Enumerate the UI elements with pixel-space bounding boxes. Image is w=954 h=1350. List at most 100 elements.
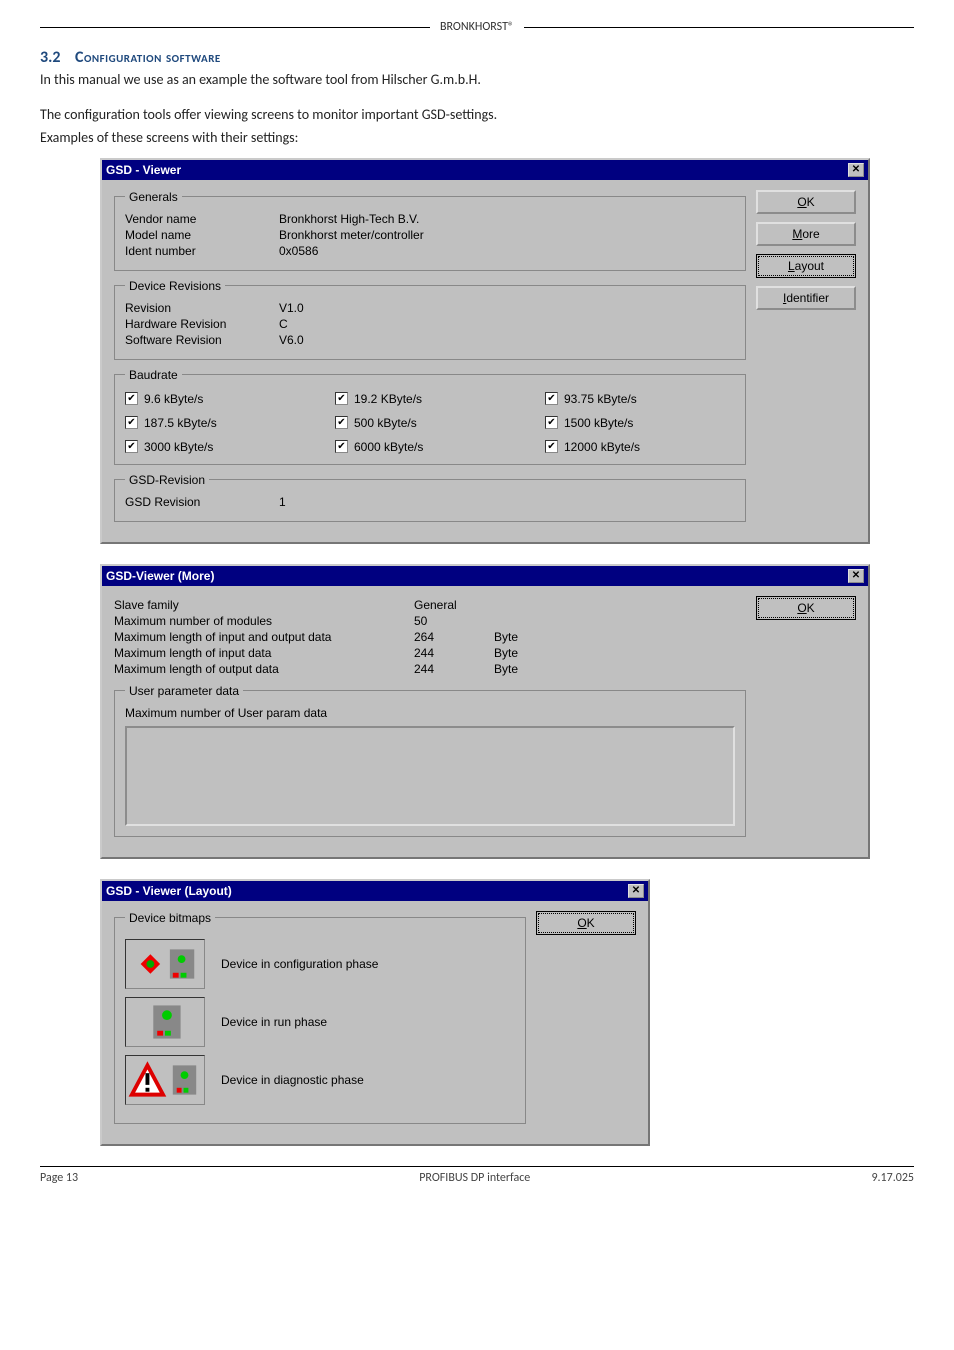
dialog-gsd-viewer-layout: GSD - Viewer (Layout) ✕ Device bitmaps D… bbox=[100, 879, 650, 1146]
section-heading: 3.2 Configuration software bbox=[40, 48, 914, 67]
paragraph: The configuration tools offer viewing sc… bbox=[40, 106, 914, 125]
titlebar: GSD - Viewer ✕ bbox=[102, 160, 868, 180]
checkbox-icon: ✔ bbox=[125, 440, 138, 453]
value: Bronkhorst High-Tech B.V. bbox=[279, 212, 735, 226]
value: 1 bbox=[279, 495, 735, 509]
unit bbox=[494, 598, 574, 612]
info-table: Slave familyGeneral Maximum number of mod… bbox=[114, 598, 746, 676]
label: Software Revision bbox=[125, 333, 275, 347]
group-user-parameter-data: User parameter data Maximum number of Us… bbox=[114, 684, 746, 837]
checkbox-icon: ✔ bbox=[125, 416, 138, 429]
ok-button[interactable]: OK bbox=[536, 911, 636, 935]
dialog-title: GSD - Viewer bbox=[106, 163, 848, 177]
baudrate-checkbox[interactable]: ✔ 12000 kByte/s bbox=[545, 440, 735, 454]
checkbox-label: 9.6 kByte/s bbox=[144, 392, 203, 406]
bitmap-row: Device in configuration phase bbox=[125, 939, 515, 989]
checkbox-label: 6000 kByte/s bbox=[354, 440, 423, 454]
group-baudrate: Baudrate ✔ 9.6 kByte/s ✔ 19.2 KByte/s ✔93.75… bbox=[114, 368, 746, 465]
value: 50 bbox=[414, 614, 494, 628]
user-param-list bbox=[125, 726, 735, 826]
legend: Generals bbox=[125, 190, 182, 204]
checkbox-label: 1500 kByte/s bbox=[564, 416, 633, 430]
baudrate-checkbox[interactable]: ✔93.75 kByte/s bbox=[545, 392, 735, 406]
value: 0x0586 bbox=[279, 244, 735, 258]
label: Maximum length of input and output data bbox=[114, 630, 414, 644]
ok-button[interactable]: OK bbox=[756, 596, 856, 620]
label: Ident number bbox=[125, 244, 275, 258]
label: GSD Revision bbox=[125, 495, 275, 509]
baudrate-checkbox[interactable]: ✔ 3000 kByte/s bbox=[125, 440, 315, 454]
checkbox-label: 19.2 KByte/s bbox=[354, 392, 422, 406]
close-icon[interactable]: ✕ bbox=[848, 163, 864, 177]
bitmap-row: Device in diagnostic phase bbox=[125, 1055, 515, 1105]
label: Hardware Revision bbox=[125, 317, 275, 331]
layout-button[interactable]: Layout bbox=[756, 254, 856, 278]
baudrate-checkbox[interactable]: ✔1500 kByte/s bbox=[545, 416, 735, 430]
baudrate-checkbox[interactable]: ✔ 9.6 kByte/s bbox=[125, 392, 315, 406]
unit: Byte bbox=[494, 646, 574, 660]
label: Maximum number of modules bbox=[114, 614, 414, 628]
label: Slave family bbox=[114, 598, 414, 612]
brand-label: BRONKHORST® bbox=[430, 20, 524, 34]
bitmap-label: Device in configuration phase bbox=[221, 957, 378, 971]
legend: User parameter data bbox=[125, 684, 243, 698]
value: V6.0 bbox=[279, 333, 735, 347]
footer-right: 9.17.025 bbox=[871, 1171, 914, 1185]
value: Bronkhorst meter/controller bbox=[279, 228, 735, 242]
group-device-bitmaps: Device bitmaps Device in configuration p… bbox=[114, 911, 526, 1124]
baudrate-checkbox[interactable]: ✔6000 kByte/s bbox=[335, 440, 525, 454]
baudrate-checkbox[interactable]: ✔ 500 kByte/s bbox=[335, 416, 525, 430]
paragraph: Examples of these screens with their set… bbox=[40, 129, 914, 148]
legend: Device Revisions bbox=[125, 279, 225, 293]
table-row: Maximum length of input data244Byte bbox=[114, 646, 746, 660]
value: C bbox=[279, 317, 735, 331]
device-bitmap-icon bbox=[125, 1055, 205, 1105]
legend: GSD-Revision bbox=[125, 473, 209, 487]
dialog-gsd-viewer-more: GSD-Viewer (More) ✕ Slave familyGeneral M… bbox=[100, 564, 870, 859]
baudrate-checkbox[interactable]: ✔187.5 kByte/s bbox=[125, 416, 315, 430]
table-row: Maximum length of input and output data2… bbox=[114, 630, 746, 644]
close-icon[interactable]: ✕ bbox=[628, 884, 644, 898]
bitmap-label: Device in diagnostic phase bbox=[221, 1073, 364, 1087]
bitmap-label: Device in run phase bbox=[221, 1015, 327, 1029]
checkbox-icon: ✔ bbox=[545, 440, 558, 453]
footer-left: Page 13 bbox=[40, 1171, 78, 1185]
value: V1.0 bbox=[279, 301, 735, 315]
device-bitmap-icon bbox=[125, 997, 205, 1047]
unit bbox=[494, 614, 574, 628]
value: 244 bbox=[414, 662, 494, 676]
page-footer: Page 13 PROFIBUS DP interface 9.17.025 bbox=[40, 1167, 914, 1215]
page-header: BRONKHORST® bbox=[40, 20, 914, 34]
value: 244 bbox=[414, 646, 494, 660]
dialog-gsd-viewer: GSD - Viewer ✕ Generals Vendor nameBronk… bbox=[100, 158, 870, 544]
legend: Device bitmaps bbox=[125, 911, 215, 925]
label: Model name bbox=[125, 228, 275, 242]
checkbox-icon: ✔ bbox=[335, 392, 348, 405]
value: 264 bbox=[414, 630, 494, 644]
close-icon[interactable]: ✕ bbox=[848, 569, 864, 583]
checkbox-icon: ✔ bbox=[125, 392, 138, 405]
label: Maximum number of User param data bbox=[125, 706, 327, 720]
unit: Byte bbox=[494, 630, 574, 644]
checkbox-label: 12000 kByte/s bbox=[564, 440, 640, 454]
rule bbox=[524, 27, 914, 28]
more-button[interactable]: More bbox=[756, 222, 856, 246]
titlebar: GSD - Viewer (Layout) ✕ bbox=[102, 881, 648, 901]
checkbox-label: 500 kByte/s bbox=[354, 416, 417, 430]
checkbox-icon: ✔ bbox=[335, 416, 348, 429]
group-generals: Generals Vendor nameBronkhorst High-Tech… bbox=[114, 190, 746, 271]
ok-button[interactable]: OK bbox=[756, 190, 856, 214]
baudrate-checkbox[interactable]: ✔ 19.2 KByte/s bbox=[335, 392, 525, 406]
titlebar: GSD-Viewer (More) ✕ bbox=[102, 566, 868, 586]
rule bbox=[40, 27, 430, 28]
legend: Baudrate bbox=[125, 368, 182, 382]
checkbox-label: 3000 kByte/s bbox=[144, 440, 213, 454]
paragraph: In this manual we use as an example the … bbox=[40, 71, 914, 90]
identifier-button[interactable]: Identifier bbox=[756, 286, 856, 310]
label: Revision bbox=[125, 301, 275, 315]
unit: Byte bbox=[494, 662, 574, 676]
table-row: Slave familyGeneral bbox=[114, 598, 746, 612]
footer-center: PROFIBUS DP interface bbox=[78, 1171, 871, 1185]
dialog-title: GSD - Viewer (Layout) bbox=[106, 884, 628, 898]
label: Maximum length of output data bbox=[114, 662, 414, 676]
